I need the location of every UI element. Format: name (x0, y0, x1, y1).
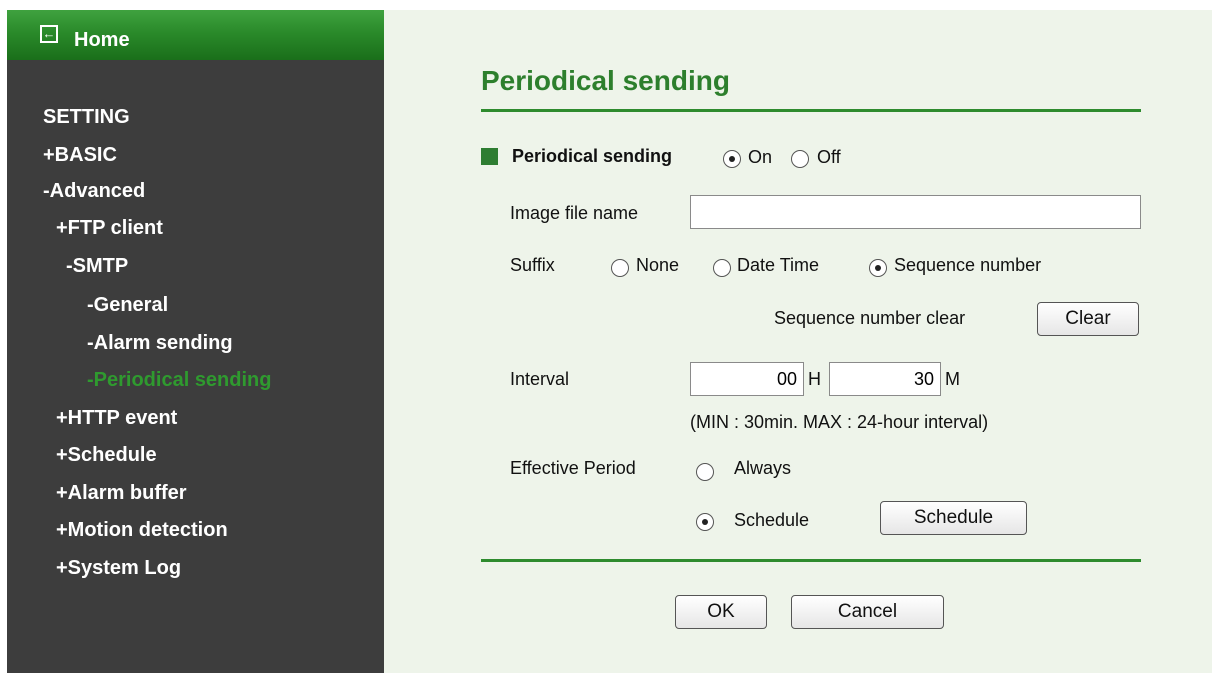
sidebar-item-general[interactable]: -General (87, 294, 168, 317)
sidebar-item-periodical-sending[interactable]: -Periodical sending (87, 369, 271, 392)
interval-hours-unit: H (808, 369, 821, 389)
bottom-divider (481, 559, 1141, 562)
cancel-button[interactable]: Cancel (791, 595, 944, 629)
clear-button[interactable]: Clear (1037, 302, 1139, 336)
sidebar-item-motion-detection[interactable]: +Motion detection (56, 519, 228, 542)
sidebar-item-ftp-client[interactable]: +FTP client (56, 217, 163, 240)
suffix-date-time-label: Date Time (737, 255, 820, 275)
suffix-sequence-label: Sequence number (894, 255, 1042, 275)
effective-schedule-label: Schedule (734, 510, 810, 530)
sidebar-item-alarm-buffer[interactable]: +Alarm buffer (56, 482, 187, 505)
suffix-none-radio[interactable] (611, 259, 629, 277)
suffix-none-label: None (636, 255, 680, 275)
interval-hours-input[interactable]: 00 (690, 362, 804, 396)
schedule-button[interactable]: Schedule (880, 501, 1027, 535)
sidebar-item-alarm-sending[interactable]: -Alarm sending (87, 332, 233, 355)
back-arrow-icon: ← (40, 25, 58, 43)
effective-always-label: Always (734, 458, 792, 478)
sidebar-heading-setting: SETTING (43, 106, 130, 128)
effective-schedule-radio[interactable] (696, 513, 714, 531)
image-file-name-label: Image file name (510, 203, 639, 223)
periodical-off-radio[interactable] (791, 150, 809, 168)
title-divider (481, 109, 1141, 112)
periodical-on-radio[interactable] (723, 150, 741, 168)
ok-button[interactable]: OK (675, 595, 767, 629)
sidebar-item-schedule[interactable]: +Schedule (56, 444, 157, 467)
interval-label: Interval (510, 369, 570, 389)
interval-minutes-unit: M (945, 369, 960, 389)
effective-always-radio[interactable] (696, 463, 714, 481)
sidebar-item-system-log[interactable]: +System Log (56, 557, 181, 580)
sidebar-item-smtp[interactable]: -SMTP (66, 255, 128, 278)
sidebar-item-http-event[interactable]: +HTTP event (56, 407, 177, 430)
suffix-label: Suffix (510, 255, 555, 275)
main-panel: Periodical sending Periodical sending On… (384, 10, 1212, 673)
sidebar-item-advanced[interactable]: -Advanced (43, 180, 145, 203)
periodical-off-label: Off (817, 147, 841, 167)
section-bullet-icon (481, 148, 498, 165)
interval-note: (MIN : 30min. MAX : 24-hour interval) (690, 412, 989, 432)
sequence-clear-label: Sequence number clear (774, 308, 966, 328)
periodical-on-label: On (748, 147, 773, 167)
suffix-sequence-radio[interactable] (869, 259, 887, 277)
home-label: Home (74, 29, 130, 51)
interval-minutes-input[interactable]: 30 (829, 362, 941, 396)
sidebar-item-basic[interactable]: +BASIC (43, 144, 117, 167)
periodical-label: Periodical sending (512, 146, 673, 166)
sidebar: ← Home SETTING +BASIC -Advanced +FTP cli… (7, 10, 384, 673)
effective-period-label: Effective Period (510, 458, 636, 478)
image-file-name-input[interactable] (690, 195, 1141, 229)
suffix-date-time-radio[interactable] (713, 259, 731, 277)
page-title: Periodical sending (481, 65, 730, 96)
home-link[interactable]: ← Home (7, 10, 384, 60)
